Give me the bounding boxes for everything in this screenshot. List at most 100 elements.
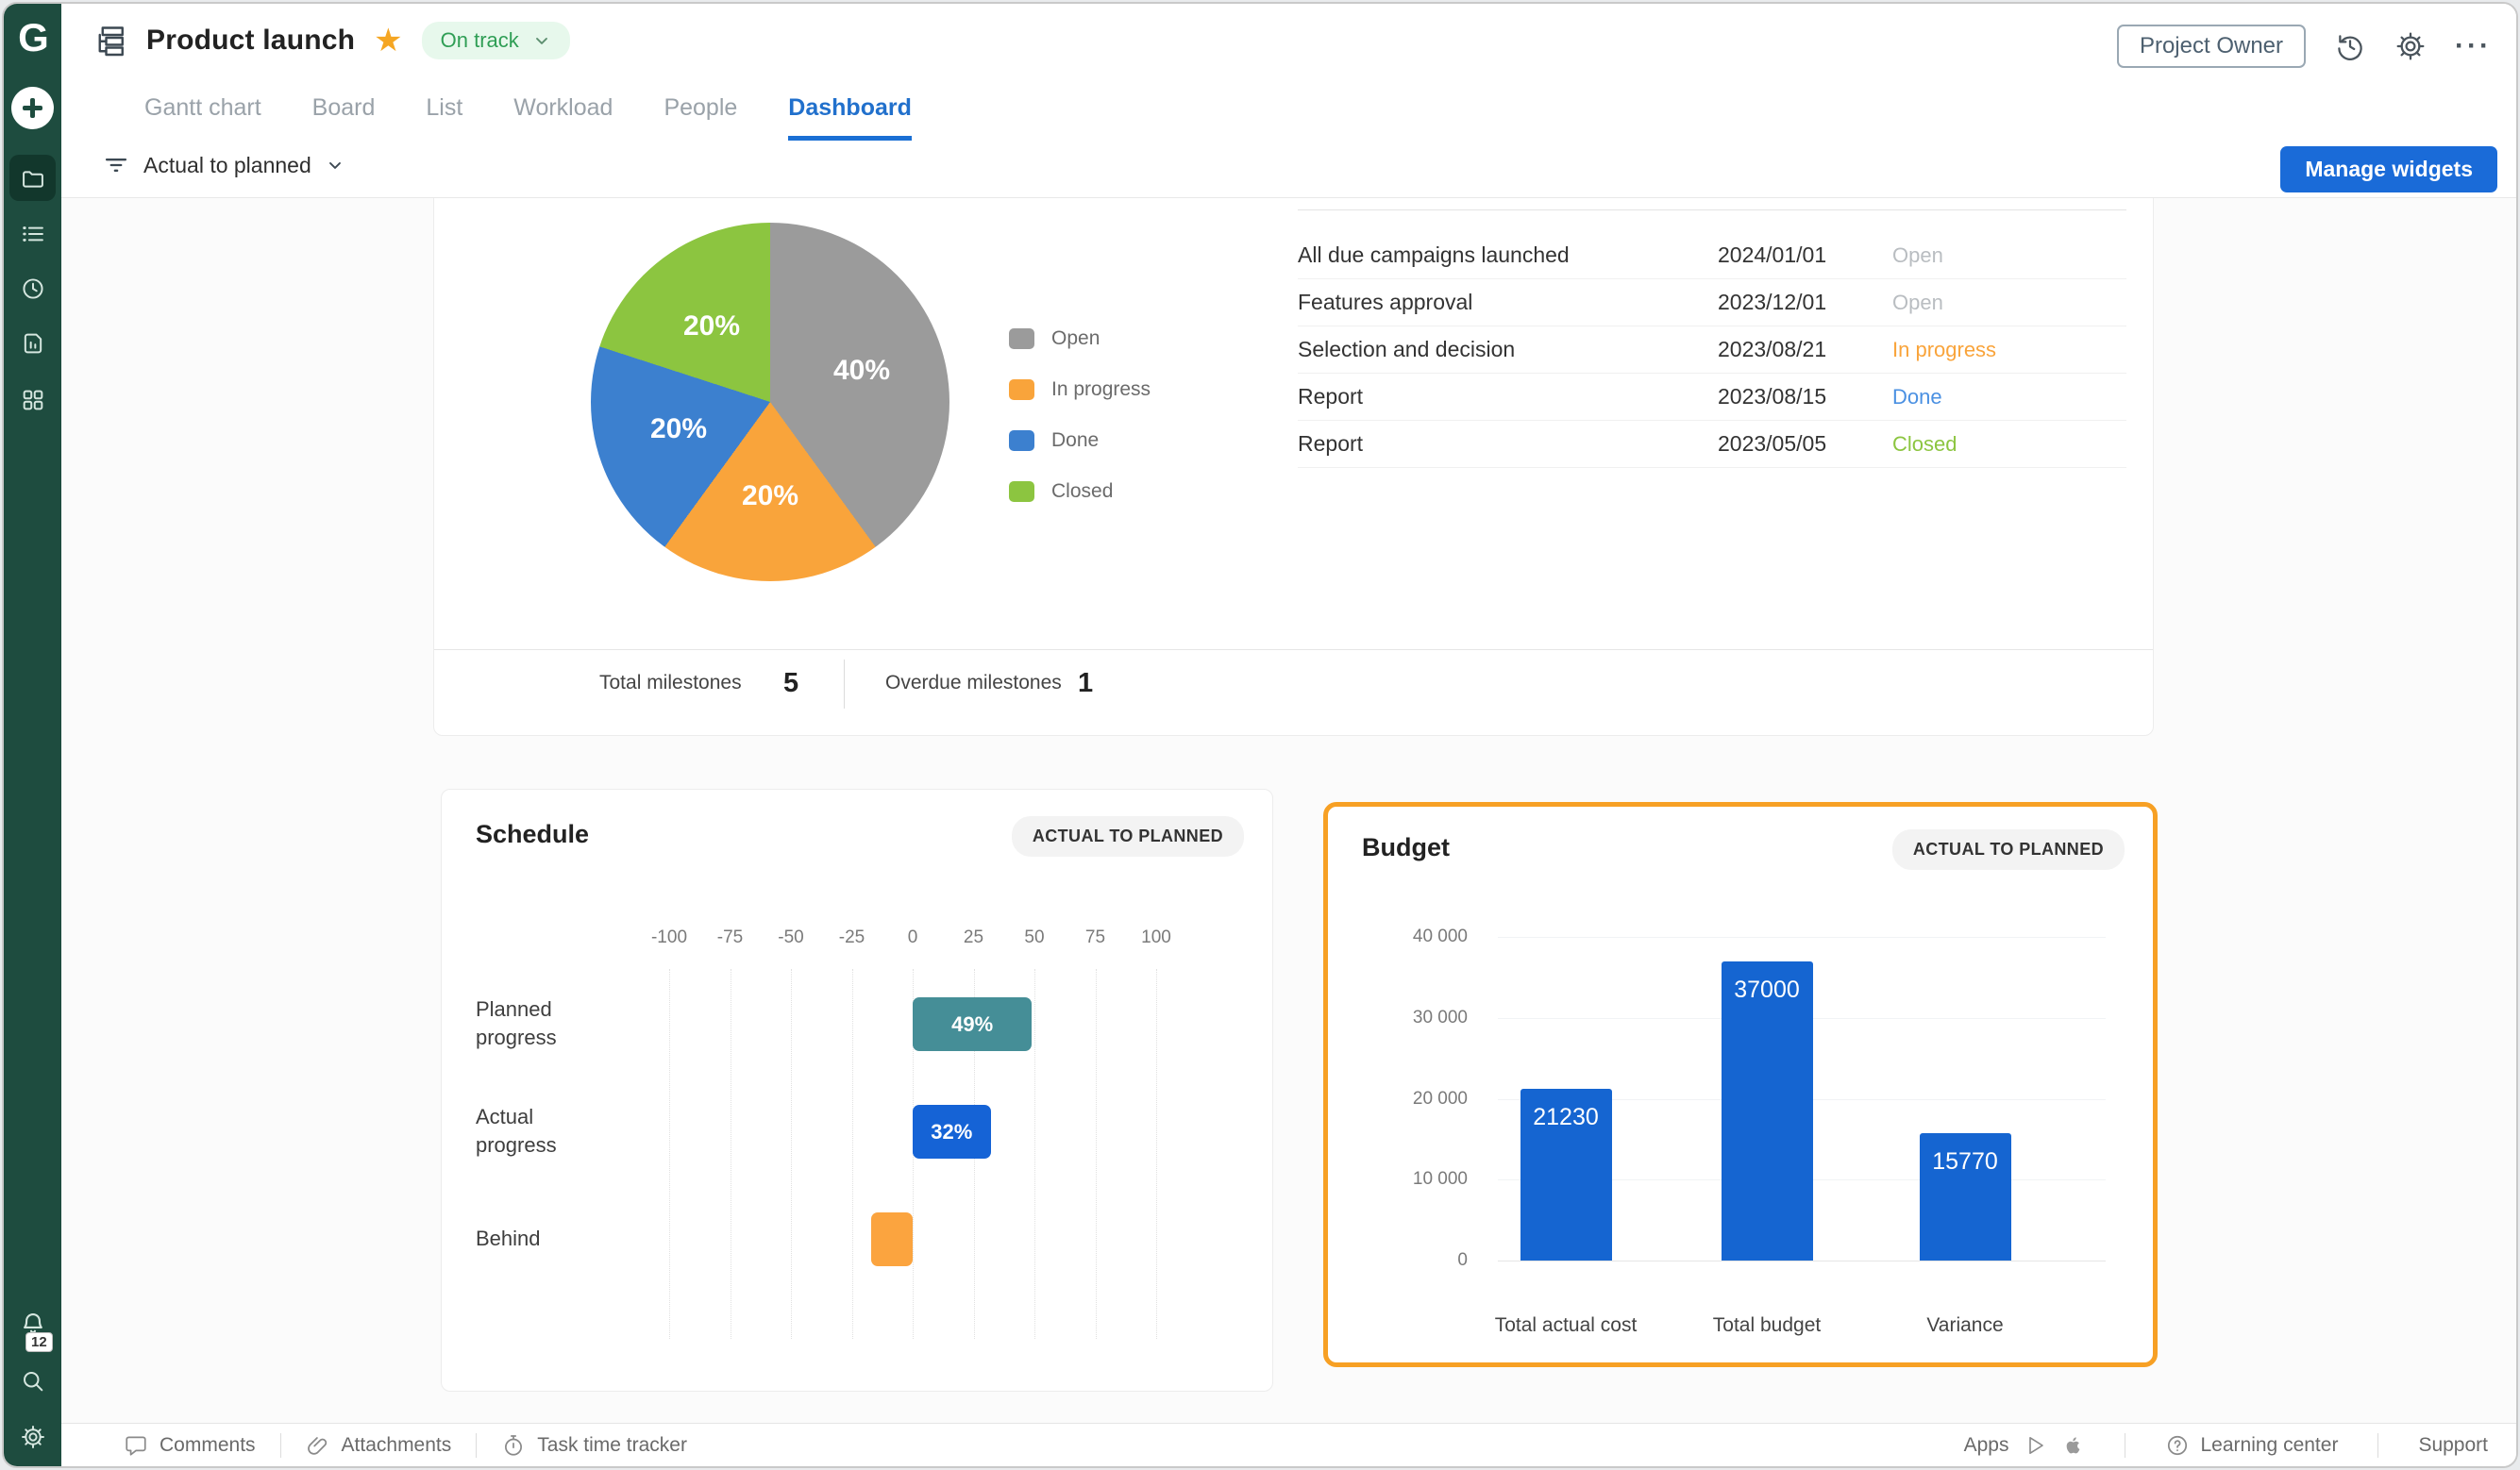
apps-label: Apps [1964,1434,2009,1457]
milestone-date: 2023/08/21 [1718,326,1826,373]
milestone-name: All due campaigns launched [1298,232,1570,278]
milestones-widget[interactable]: 40% 20% 20% 20% Open In progress Done Closed M… [433,198,2154,736]
dashboard-toolbar: Actual to planned Manage widgets [61,141,2516,198]
stat-label: Total milestones [599,650,742,716]
project-hierarchy-icon [93,24,127,58]
gantt-logo[interactable]: G [4,11,61,64]
table-row[interactable]: Report2023/05/05Closed [1298,421,2126,468]
stats-divider [844,660,845,709]
chevron-down-icon [532,31,551,50]
clock-icon[interactable] [4,276,61,302]
grid-icon[interactable] [4,387,61,413]
milestone-table-header: MilestoneDateStatus [1298,198,2126,209]
folder-icon[interactable] [4,166,61,192]
milestone-name: Features approval [1298,279,1472,326]
apple-icon[interactable] [2062,1434,2085,1457]
project-status-dropdown[interactable]: On track [422,22,570,59]
pie-slice-label: 40% [833,355,890,387]
attachments-link[interactable]: Attachments [306,1433,452,1458]
sidebar: G 12 [4,4,61,1466]
pie-slice-label: 20% [683,310,740,342]
bar-value-label: 37000 [1722,977,1813,1004]
pie-slice-label: 20% [650,413,707,445]
history-icon[interactable] [2334,30,2366,62]
milestone-date: 2024/01/01 [1718,232,1826,278]
question-circle-icon [2165,1433,2190,1458]
budget-widget[interactable]: Budget ACTUAL TO PLANNED 010 00020 00030… [1323,802,2158,1367]
footer-bar: Comments Attachments Task time tracker App… [61,1423,2516,1466]
y-axis-tick: 0 [1373,1250,1468,1271]
gridline [1034,969,1035,1339]
category-label: Variance [1852,1314,2078,1337]
tab-bar: Gantt chart Board List Workload People Dashbo… [144,94,912,141]
task-time-tracker-link[interactable]: Task time tracker [501,1433,687,1458]
list-icon[interactable] [4,221,61,247]
x-axis-tick: 0 [908,927,918,948]
legend-label: Open [1051,327,1100,350]
schedule-bar: 49% [913,997,1032,1051]
budget-bar: 15770 [1920,1133,2011,1261]
x-axis-tick: 25 [964,927,983,948]
gridline [1498,937,2106,938]
tab-workload[interactable]: Workload [513,94,613,141]
search-icon[interactable] [4,1368,61,1395]
chevron-down-icon [326,156,344,175]
table-row[interactable]: Features approval2023/12/01Open [1298,279,2126,326]
milestone-status: Open [1892,279,1943,326]
stat-value: 1 [1078,650,1093,716]
manage-widgets-button[interactable]: Manage widgets [2280,146,2497,192]
status-label: On track [441,28,519,53]
x-axis-tick: -100 [651,927,687,948]
x-axis-tick: -75 [717,927,743,948]
legend-swatch [1009,328,1034,349]
milestone-status: Closed [1892,421,1957,467]
legend-swatch [1009,430,1034,451]
tab-people[interactable]: People [664,94,737,141]
support-link[interactable]: Support [2418,1434,2488,1457]
milestone-name: Report [1298,374,1363,420]
project-owner-button[interactable]: Project Owner [2117,25,2306,68]
schedule-widget[interactable]: Schedule ACTUAL TO PLANNED -100-75-50-25… [441,789,1273,1392]
dashboard-filter-dropdown[interactable]: Actual to planned [103,152,344,178]
filter-icon [103,152,129,178]
table-row[interactable]: Selection and decision2023/08/21In progr… [1298,326,2126,374]
report-icon[interactable] [4,330,61,357]
pie-slice-label: 20% [742,480,798,512]
stat-value: 5 [783,650,798,716]
divider [476,1433,477,1458]
x-axis-tick: 100 [1141,927,1171,948]
legend-item: Open [1009,313,1100,364]
legend-label: In progress [1051,378,1151,401]
table-header-row: MilestoneDateStatus [1298,198,2126,209]
y-axis-tick: 30 000 [1373,1008,1468,1028]
tab-list[interactable]: List [426,94,462,141]
tab-board[interactable]: Board [312,94,376,141]
category-label: Total budget [1654,1314,1880,1337]
table-row[interactable]: Report2023/08/15Done [1298,374,2126,421]
milestone-date: 2023/05/05 [1718,421,1826,467]
legend-label: Closed [1051,480,1113,503]
add-project-button[interactable] [11,87,54,129]
settings-icon[interactable] [4,1424,61,1450]
budget-bar: 21230 [1520,1089,1612,1261]
tab-dashboard[interactable]: Dashboard [788,94,912,141]
google-play-icon[interactable] [2024,1434,2047,1457]
gridline [791,969,792,1339]
milestone-table: All due campaigns launched 2024/01/01 Open… [1298,232,2126,468]
tab-gantt-chart[interactable]: Gantt chart [144,94,261,141]
table-row[interactable]: All due campaigns launched2024/01/01Open [1298,232,2126,279]
app-window: G 12 [2,2,2518,1468]
gear-icon[interactable] [2394,30,2427,62]
legend-label: Done [1051,429,1099,452]
gridline [1156,969,1157,1339]
category-label: Planned progress [476,990,617,1058]
gridline [1096,969,1097,1339]
category-label: Actual progress [476,1097,617,1165]
legend-item: Done [1009,415,1099,466]
more-options-icon[interactable]: ··· [2455,37,2492,56]
milestone-date: 2023/08/15 [1718,374,1826,420]
widget-title: Budget [1362,833,1450,862]
favorite-star-icon[interactable]: ★ [374,26,402,55]
comments-link[interactable]: Comments [124,1433,256,1458]
learning-center-link[interactable]: Learning center [2165,1433,2339,1458]
